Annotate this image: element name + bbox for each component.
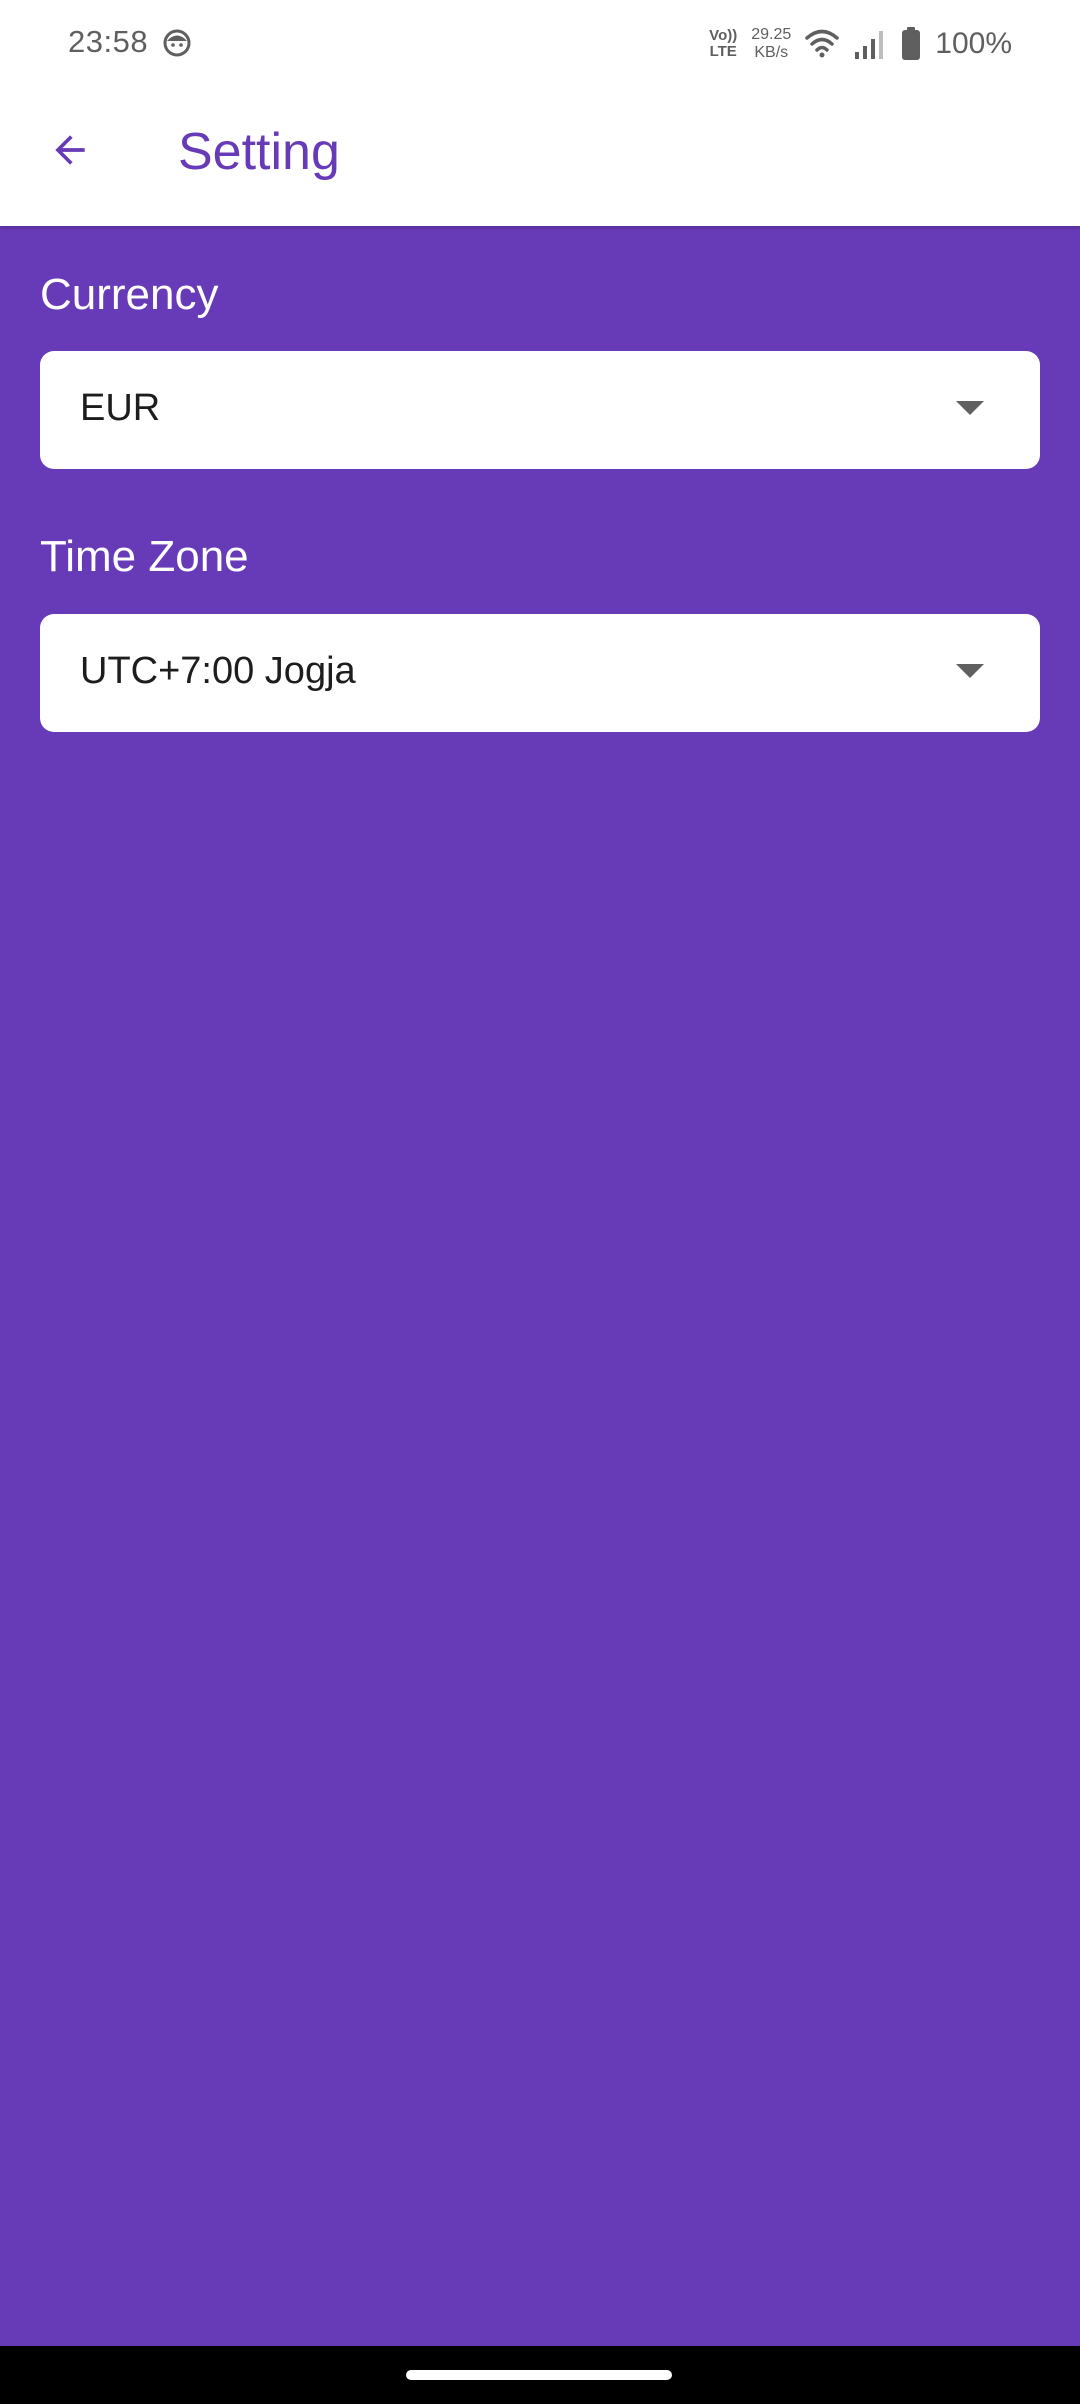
navigation-bar — [0, 2346, 1080, 2404]
status-time: 23:58 — [68, 24, 149, 59]
time-zone-value: UTC+7:00 Jogja — [80, 650, 356, 692]
network-speed-value: 29.25 — [751, 26, 792, 43]
status-icons: Vo)) LTE 29.25 KB/s 100% — [709, 22, 1012, 66]
home-indicator[interactable] — [406, 2370, 672, 2380]
battery-icon — [902, 27, 921, 60]
caret-down-icon — [956, 401, 984, 415]
volte-bottom: LTE — [709, 43, 737, 60]
currency-dropdown[interactable]: EUR — [40, 351, 1040, 469]
battery-level: 100% — [935, 27, 1012, 60]
signal-icon — [855, 31, 884, 59]
page-title: Setting — [178, 123, 340, 181]
wifi-icon — [805, 29, 840, 58]
network-speed: 29.25 KB/s — [751, 26, 791, 62]
volte-indicator: Vo)) LTE — [709, 28, 737, 60]
volte-top: Vo)) — [709, 27, 738, 44]
app-bar: Setting — [0, 88, 1080, 226]
settings-screen: 23:58 Vo)) LTE 29.25 KB/s 100% Setting C… — [0, 0, 1080, 2404]
time-zone-label: Time Zone — [40, 532, 249, 581]
network-speed-unit: KB/s — [754, 44, 789, 61]
status-bar: 23:58 Vo)) LTE 29.25 KB/s 100% — [0, 0, 1080, 88]
time-zone-dropdown[interactable]: UTC+7:00 Jogja — [40, 614, 1040, 732]
back-button[interactable] — [34, 114, 106, 186]
arrow-back-icon — [55, 135, 85, 165]
currency-label: Currency — [40, 270, 219, 319]
face-notification-icon — [163, 29, 191, 57]
currency-value: EUR — [80, 387, 161, 429]
caret-down-icon — [956, 664, 984, 678]
